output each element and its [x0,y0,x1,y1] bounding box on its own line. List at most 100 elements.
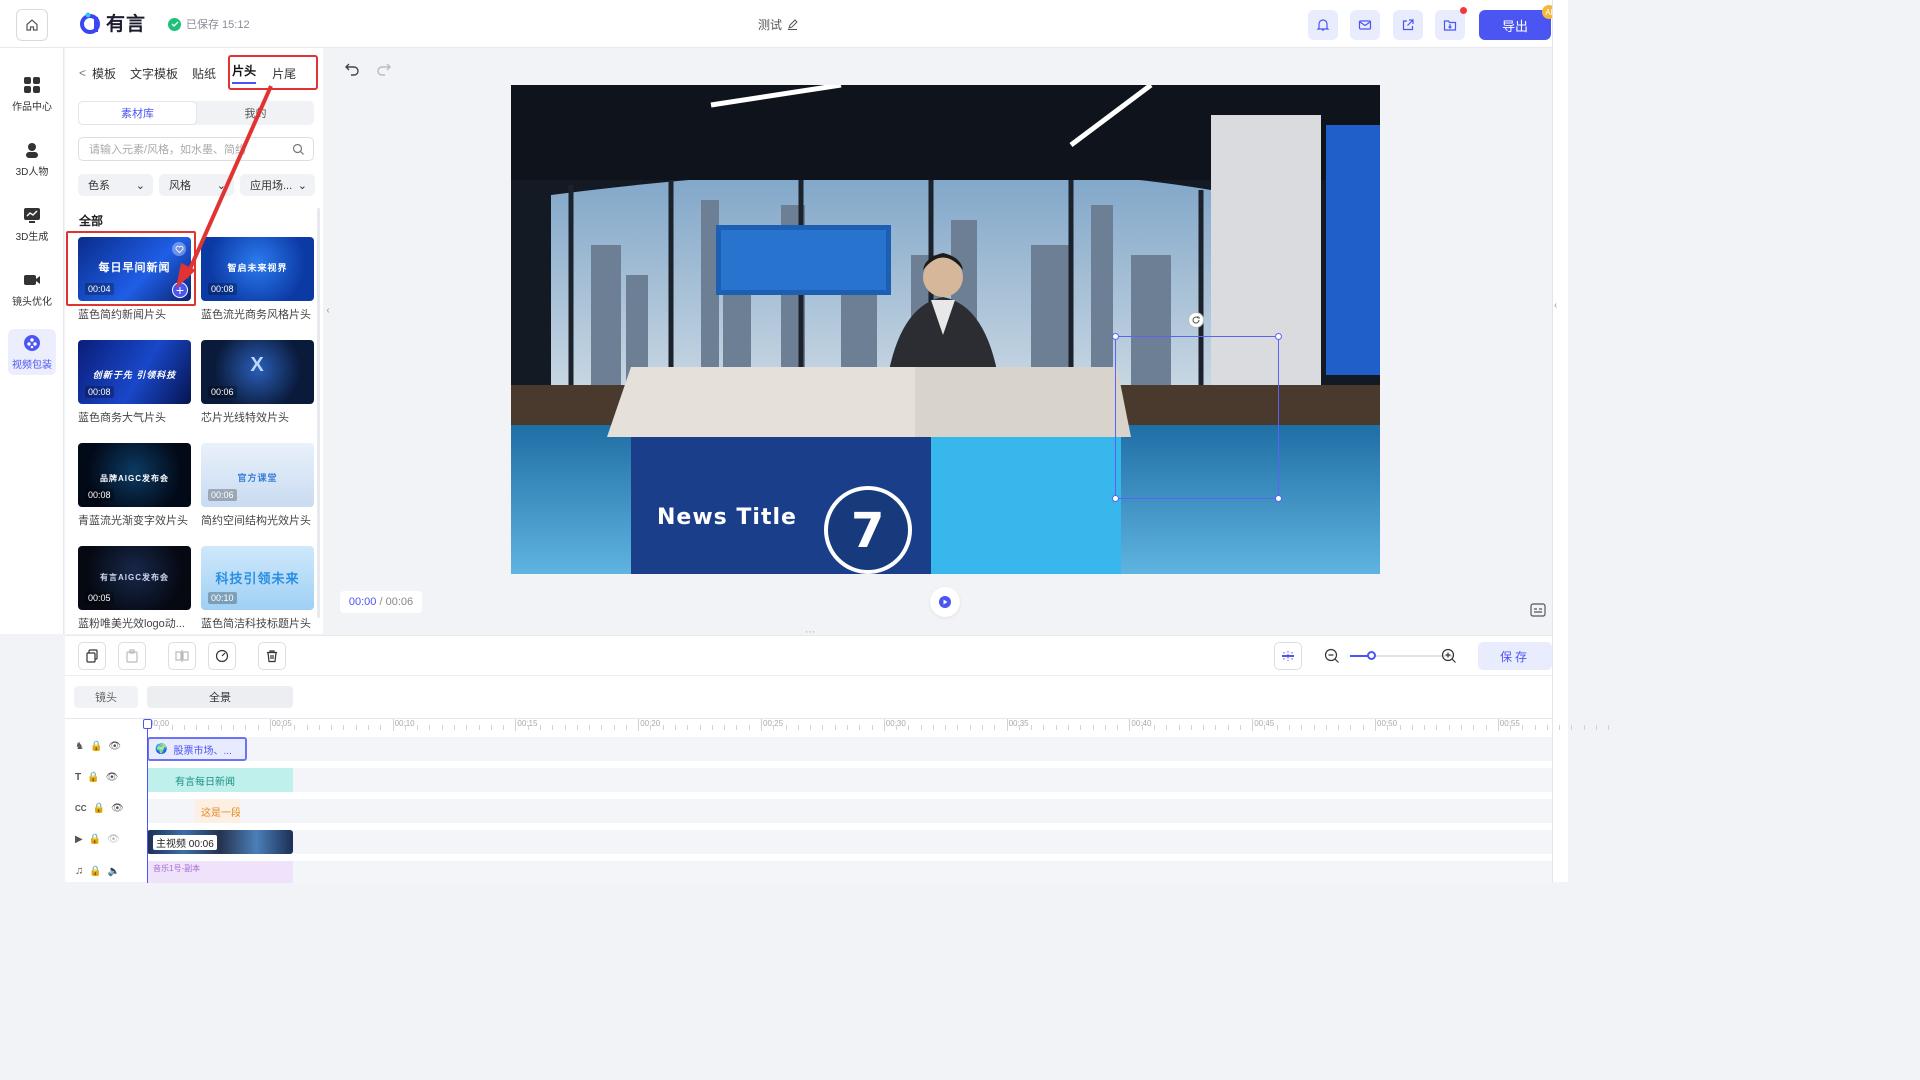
ruler-tick [859,725,861,730]
lock-icon[interactable]: 🔒 [89,834,101,845]
delete-button[interactable] [258,642,286,670]
music-clip[interactable]: 音乐1号-副本 [147,861,293,883]
redo-icon[interactable] [376,60,392,76]
intro-card[interactable]: 每日早间新闻 00:04 + 蓝色简约新闻片头 [66,231,196,322]
message-button[interactable] [1350,10,1380,40]
ruler-tick [355,725,357,730]
intro-card[interactable]: 创新于先 引领科技 00:08 蓝色商务大气片头 [78,340,192,425]
card-name: 蓝粉唯美光效logo动... [78,618,185,630]
resize-handle[interactable] [1275,333,1282,340]
subtitle-clip[interactable]: 这是一段 [195,799,240,823]
lock-icon[interactable]: 🔒 [89,866,101,877]
intro-thumbnail[interactable]: X 00:06 [201,340,314,404]
paste-button[interactable] [118,642,146,670]
intro-card[interactable]: 有言AIGC发布会 00:05 蓝粉唯美光效logo动... [78,546,192,631]
ruler-tick [589,725,591,730]
export-button[interactable]: 导出 [1479,10,1551,40]
nav-item-3d-generate[interactable]: 3D生成 [8,198,56,250]
playhead[interactable] [147,719,148,883]
snap-button[interactable] [1274,642,1302,670]
split-button[interactable] [168,642,196,670]
tabs-prev-chevron-icon[interactable]: < [79,66,86,80]
intro-thumbnail[interactable]: 创新于先 引领科技 00:08 [78,340,191,404]
eye-icon[interactable]: 👁 [107,834,120,845]
brand-logo[interactable]: 有言 [80,9,146,36]
shot-item-full-view[interactable]: 全景 [147,686,293,708]
intro-card[interactable]: 官方课堂 00:06 简约空间结构光效片头 [201,443,315,528]
resize-handle[interactable] [1112,333,1119,340]
zoom-in-icon[interactable] [1441,648,1457,664]
intro-thumbnail[interactable]: 科技引领未来 00:10 [201,546,314,610]
save-button[interactable]: 保存 [1478,642,1552,670]
filter-scene[interactable]: 应用场... ⌄ [240,174,315,196]
notification-button[interactable] [1308,10,1338,40]
lock-icon[interactable]: 🔒 [90,741,102,752]
home-button[interactable] [16,9,48,41]
tab-template[interactable]: 模板 [92,65,116,82]
ruler-tick [601,725,603,730]
zoom-slider-knob[interactable] [1366,651,1376,660]
intro-card[interactable]: 品牌AIGC发布会 00:08 青蓝流光渐变字效片头 [78,443,192,528]
filter-style[interactable]: 风格 ⌄ [159,174,234,196]
expand-right-chevron-icon[interactable]: ‹ [1554,300,1557,311]
ruler-tick [1104,725,1106,730]
document-title[interactable]: 测试 [758,16,798,33]
track-lane[interactable] [147,768,1552,792]
track-lane[interactable] [147,830,1552,854]
intro-thumbnail[interactable]: 智启未来视界 00:08 [201,237,314,301]
rotate-handle-icon[interactable] [1188,312,1204,328]
subtitle-icon[interactable] [1530,603,1546,617]
nav-item-video-package[interactable]: 视频包装 [8,329,56,375]
share-button[interactable] [1393,10,1423,40]
intro-card[interactable]: 科技引领未来 00:10 蓝色简洁科技标题片头 [201,546,315,631]
lock-icon[interactable]: 🔒 [93,803,105,814]
edit-pencil-icon[interactable] [787,19,798,30]
track-lane[interactable] [147,737,1552,761]
track-lane[interactable] [147,861,1552,883]
playhead-handle[interactable] [143,719,152,729]
segment-library[interactable]: 素材库 [78,101,197,125]
intro-card[interactable]: 智启未来视界 00:08 蓝色流光商务风格片头 [201,237,315,322]
selection-box[interactable] [1115,336,1279,499]
search-icon[interactable] [292,143,305,156]
search-input[interactable]: 请输入元素/风格，如水墨、简约 [78,137,314,161]
duration-badge: 00:06 [208,489,237,501]
ruler-tick [552,725,554,730]
tab-text-template[interactable]: 文字模板 [130,65,178,82]
lock-icon[interactable]: 🔒 [87,772,99,783]
paste-icon [126,649,138,663]
resize-handle[interactable] [1112,495,1119,502]
panel-scrollbar[interactable] [317,208,320,618]
collapse-panel-chevron-icon[interactable]: ‹ [323,290,333,330]
nav-item-3d-person[interactable]: 3D人物 [8,133,56,185]
download-button[interactable] [1435,7,1467,40]
resize-handle[interactable] [1275,495,1282,502]
main-video-clip[interactable]: 主视频 00:06 [147,830,293,854]
video-preview[interactable]: News Title 7 [511,85,1380,574]
segment-mine[interactable]: 我的 [197,101,314,125]
filter-color[interactable]: 色系 ⌄ [78,174,153,196]
intro-card[interactable]: X 00:06 芯片光线特效片头 [201,340,315,425]
copy-button[interactable] [78,642,106,670]
ruler-tick [1276,725,1278,730]
card-name: 简约空间结构光效片头 [201,515,311,527]
eye-icon[interactable]: 👁 [106,772,119,783]
intro-thumbnail[interactable]: 有言AIGC发布会 00:05 [78,546,191,610]
zoom-slider[interactable] [1350,651,1454,660]
volume-icon[interactable]: 🔈 [108,866,120,877]
nav-item-camera[interactable]: 镜头优化 [8,263,56,315]
text-clip[interactable]: 有言每日新闻 [147,768,293,792]
tab-sticker[interactable]: 贴纸 [192,65,216,82]
intro-thumbnail[interactable]: 官方课堂 00:06 [201,443,314,507]
play-button[interactable] [930,587,960,617]
ruler-tick [1313,725,1315,730]
undo-icon[interactable] [344,60,360,76]
eye-icon[interactable]: 👁 [111,803,124,814]
track-lane[interactable] [147,799,1552,823]
nav-item-works[interactable]: 作品中心 [8,68,56,120]
intro-thumbnail[interactable]: 品牌AIGC发布会 00:08 [78,443,191,507]
eye-icon[interactable]: 👁 [108,741,121,752]
sticker-clip[interactable]: 🌍 股票市场、... [147,737,247,761]
speed-button[interactable] [208,642,236,670]
zoom-out-icon[interactable] [1324,648,1340,664]
